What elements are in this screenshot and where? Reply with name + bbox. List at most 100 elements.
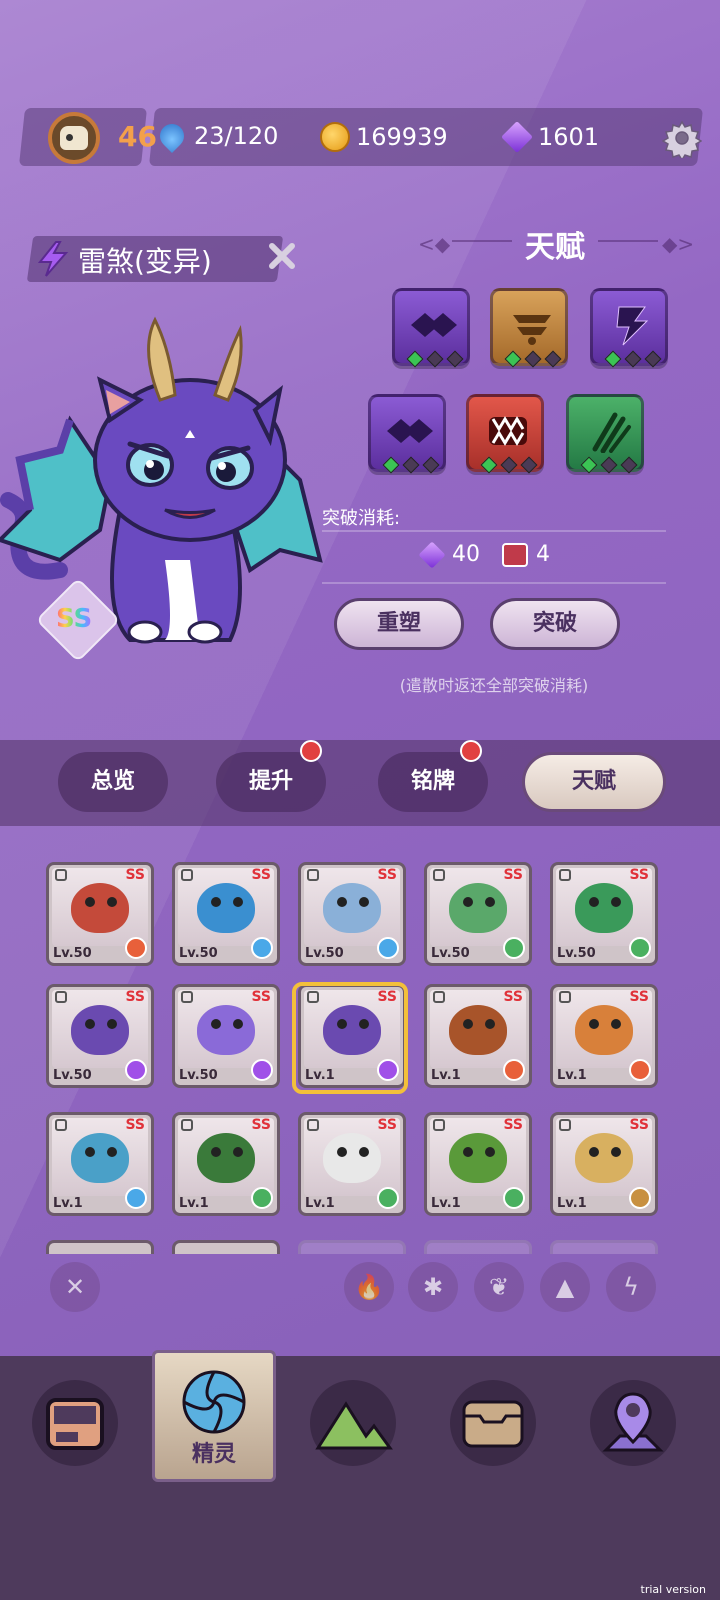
title-line-right (598, 240, 658, 242)
talent-skill-5[interactable] (466, 394, 544, 474)
talent-skill-2[interactable] (490, 288, 568, 368)
creature-eye (463, 1147, 473, 1157)
creature-card[interactable]: SS Lv.50 (46, 862, 154, 966)
clear-filter-button[interactable]: ✕ (50, 1262, 100, 1312)
lock-icon[interactable] (55, 869, 67, 881)
lock-icon[interactable] (433, 1119, 445, 1131)
creature-card-partial[interactable] (298, 1240, 406, 1254)
creature-card[interactable]: SS Lv.50 (172, 862, 280, 966)
filter-fire-icon[interactable]: 🔥 (344, 1262, 394, 1312)
creature-eye (85, 1147, 95, 1157)
resource-bar: 46 23/120 169939 1601 (18, 108, 704, 168)
skill-stars (604, 350, 662, 368)
talent-skill-4[interactable] (368, 394, 446, 474)
creature-card[interactable]: SS Lv.50 (550, 862, 658, 966)
talent-skill-1[interactable] (392, 288, 470, 368)
lock-icon[interactable] (181, 1119, 193, 1131)
lock-icon[interactable] (559, 991, 571, 1003)
reshape-button[interactable]: 重塑 (334, 598, 464, 650)
filter-leaf-icon[interactable]: ❦ (474, 1262, 524, 1312)
creature-card[interactable]: SS Lv.1 (46, 1112, 154, 1216)
creature-face (71, 1133, 129, 1183)
creature-eye (233, 1147, 243, 1157)
nav-spirit-label: 精灵 (191, 1442, 236, 1467)
creature-card[interactable]: SS Lv.1 (550, 1112, 658, 1216)
filter-earth-icon[interactable]: ▲ (540, 1262, 590, 1312)
skill-stars (480, 456, 538, 474)
tab-overview[interactable]: 总览 (58, 752, 168, 812)
creature-card[interactable]: SS Lv.50 (424, 862, 532, 966)
creature-eye (107, 1147, 117, 1157)
creature-face (71, 1005, 129, 1055)
creature-card-partial[interactable] (550, 1240, 658, 1254)
filter-lightning-icon[interactable]: ϟ (606, 1262, 656, 1312)
creature-card[interactable]: SS Lv.1 (424, 1112, 532, 1216)
creature-eye (211, 897, 221, 907)
creature-card[interactable]: SS Lv.1 (550, 984, 658, 1088)
creature-eye (337, 897, 347, 907)
nav-bag[interactable] (32, 1380, 118, 1466)
talent-skill-6[interactable] (566, 394, 644, 474)
card-grade: SS (251, 1117, 271, 1133)
creature-eye (485, 1019, 495, 1029)
creature-eye (85, 897, 95, 907)
purple-diamond-icon (411, 313, 457, 337)
lock-icon[interactable] (559, 869, 571, 881)
card-grade: SS (251, 867, 271, 883)
lock-icon[interactable] (55, 1119, 67, 1131)
nav-adventure[interactable] (310, 1380, 396, 1466)
gear-icon[interactable] (662, 118, 702, 158)
lock-icon[interactable] (307, 1119, 319, 1131)
lock-icon[interactable] (55, 991, 67, 1003)
coin-counter[interactable]: 169939 (320, 122, 448, 152)
paw-coin-icon (320, 122, 350, 152)
purple-gem-icon (501, 121, 533, 153)
card-level: Lv.1 (305, 1196, 335, 1211)
lock-icon[interactable] (307, 869, 319, 881)
player-avatar[interactable] (48, 112, 100, 164)
water-drop-icon (155, 119, 189, 153)
creature-card-partial[interactable] (172, 1240, 280, 1254)
creature-card-partial[interactable] (424, 1240, 532, 1254)
gem-counter[interactable]: 1601 (501, 121, 600, 153)
skill-stars (504, 350, 562, 368)
creature-card[interactable]: SS Lv.50 (172, 984, 280, 1088)
creature-eye (589, 897, 599, 907)
grade-label: SS (56, 604, 93, 634)
close-icon[interactable] (266, 240, 298, 272)
tab-talent[interactable]: 天赋 (522, 752, 666, 812)
card-grade: SS (125, 867, 145, 883)
card-grade: SS (125, 989, 145, 1005)
creature-card[interactable]: SS Lv.1 (424, 984, 532, 1088)
lock-icon[interactable] (433, 991, 445, 1003)
creature-eye (85, 1019, 95, 1029)
lock-icon[interactable] (181, 869, 193, 881)
creature-card[interactable]: SS Lv.50 (298, 862, 406, 966)
creature-eye (611, 1019, 621, 1029)
leaf-element-icon (503, 937, 525, 959)
creature-face (197, 883, 255, 933)
creature-card[interactable]: SS Lv.50 (46, 984, 154, 1088)
filter-ice-icon[interactable]: ✱ (408, 1262, 458, 1312)
nav-chest[interactable] (450, 1380, 536, 1466)
lock-icon[interactable] (433, 869, 445, 881)
creature-card[interactable]: SS Lv.1 (172, 1112, 280, 1216)
red-book-icon (502, 542, 528, 567)
talent-title: 天赋 (525, 230, 585, 265)
card-level: Lv.1 (431, 1068, 461, 1083)
creature-card-partial[interactable] (46, 1240, 154, 1254)
card-level: Lv.50 (179, 946, 218, 961)
stamina-counter[interactable]: 23/120 (155, 119, 278, 153)
lock-icon[interactable] (559, 1119, 571, 1131)
divider (322, 582, 666, 584)
creature-card[interactable]: SS Lv.1 (298, 1112, 406, 1216)
creature-eye (107, 897, 117, 907)
talent-skill-3[interactable] (590, 288, 668, 368)
nav-map[interactable] (590, 1380, 676, 1466)
gem-value: 1601 (538, 123, 600, 151)
creature-face (449, 1133, 507, 1183)
breakthrough-button[interactable]: 突破 (490, 598, 620, 650)
creature-eye (611, 897, 621, 907)
skill-stars (406, 350, 464, 368)
lock-icon[interactable] (181, 991, 193, 1003)
